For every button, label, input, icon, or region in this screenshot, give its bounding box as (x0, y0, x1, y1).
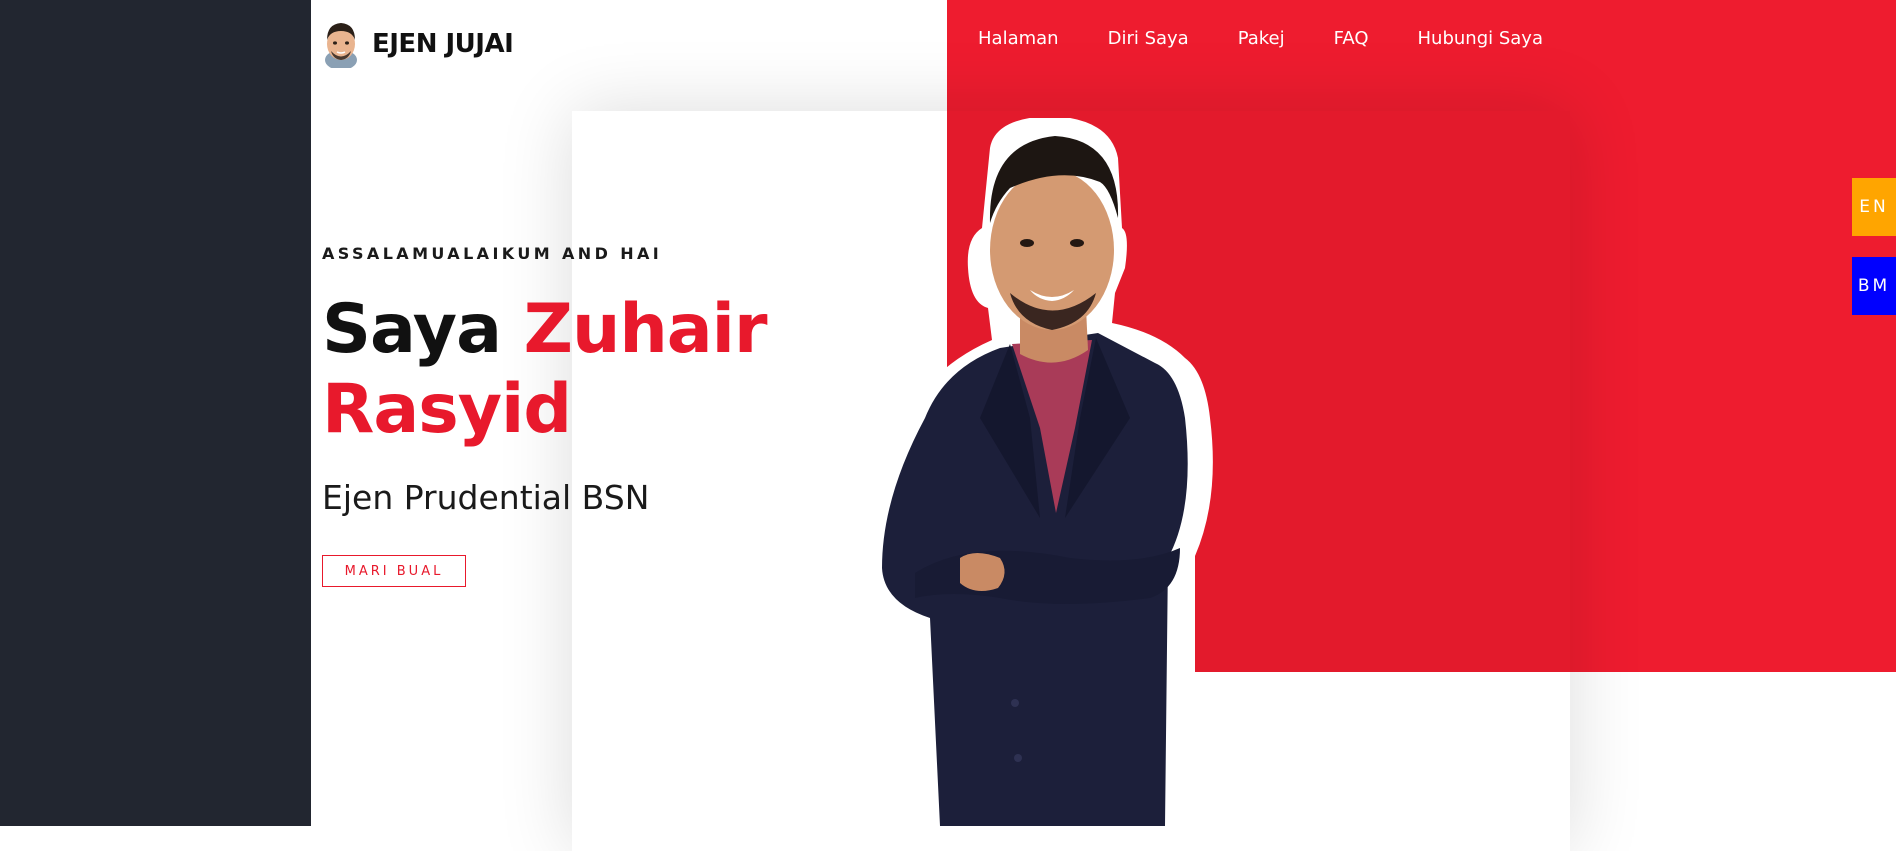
hero-greeting: ASSALAMUALAIKUM AND HAI (322, 244, 663, 263)
brand-name: EJEN JUJAI (372, 29, 514, 59)
nav-item-pakej[interactable]: Pakej (1238, 28, 1285, 49)
nav-item-hubungi-saya[interactable]: Hubungi Saya (1418, 28, 1543, 49)
hero-subtitle: Ejen Prudential BSN (322, 478, 650, 517)
agent-portrait-image (866, 118, 1213, 826)
hero-title-name-first: Zuhair (523, 290, 768, 369)
main-nav: Halaman Diri Saya Pakej FAQ Hubungi Saya (978, 28, 1592, 49)
nav-item-faq[interactable]: FAQ (1334, 28, 1369, 49)
nav-item-diri-saya[interactable]: Diri Saya (1108, 28, 1189, 49)
hero-title-prefix: Saya (322, 290, 502, 369)
hero-title-name-last: Rasyid (322, 370, 572, 449)
nav-item-halaman[interactable]: Halaman (978, 28, 1059, 49)
hero-title: Saya Zuhair Rasyid (322, 290, 782, 450)
language-bm-button[interactable]: BM (1852, 257, 1896, 315)
language-en-button[interactable]: EN (1852, 178, 1896, 236)
cartoon-avatar-icon (325, 23, 357, 68)
brand-logo-link[interactable]: EJEN JUJAI (322, 20, 514, 68)
left-sidebar (0, 0, 311, 826)
mari-bual-button[interactable]: MARI BUAL (322, 555, 466, 587)
